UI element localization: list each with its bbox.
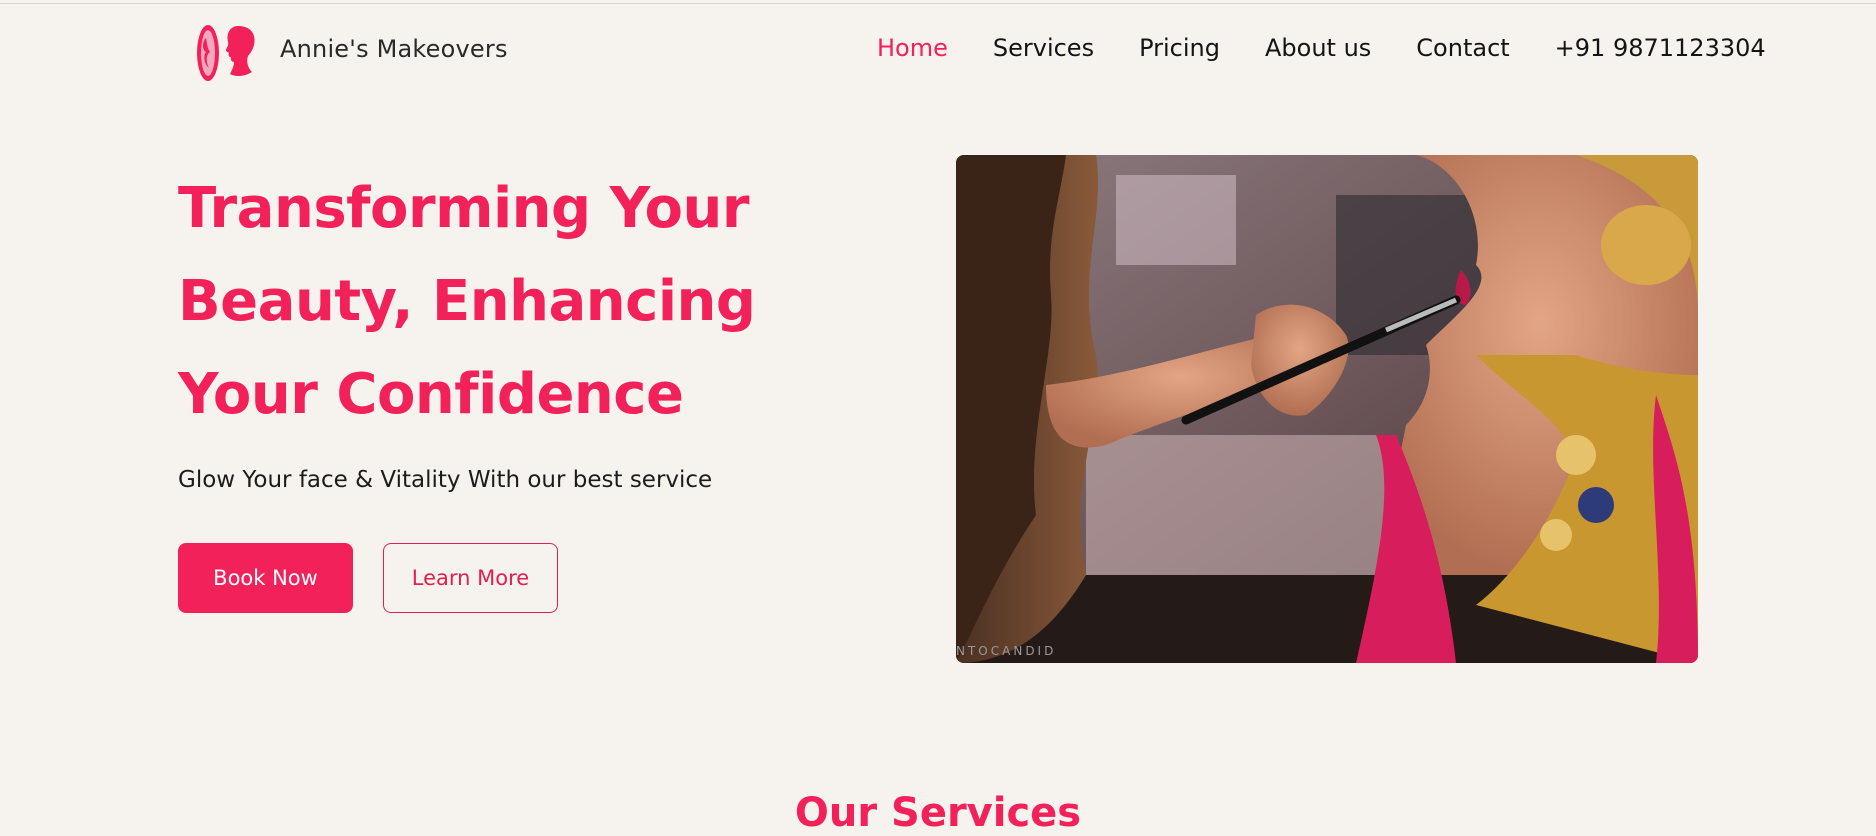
- main-nav: Home Services Pricing About us Contact +…: [877, 34, 1766, 62]
- hero-title-line-2: Beauty, Enhancing: [178, 269, 756, 334]
- services-section-title: Our Services: [794, 790, 1082, 836]
- book-now-button[interactable]: Book Now: [178, 543, 353, 613]
- hero-title-line-3: Your Confidence: [178, 362, 684, 427]
- nav-pricing[interactable]: Pricing: [1139, 34, 1220, 62]
- nav-about-us[interactable]: About us: [1265, 34, 1371, 62]
- hero-title-line-1: Transforming Your: [178, 176, 749, 241]
- nav-contact[interactable]: Contact: [1416, 34, 1509, 62]
- hero-subtitle: Glow Your face & Vitality With our best …: [178, 467, 713, 493]
- nav-home[interactable]: Home: [877, 34, 948, 62]
- hero-image-makeup-artist: NTOCANDID: [956, 155, 1698, 663]
- learn-more-button[interactable]: Learn More: [383, 543, 558, 613]
- brand-logo[interactable]: Annie's Makeovers: [196, 22, 508, 84]
- woman-silhouette-logo-icon: [197, 25, 255, 81]
- brand-name: Annie's Makeovers: [280, 35, 508, 63]
- hero-title: Transforming Your Beauty, Enhancing Your…: [178, 162, 798, 441]
- image-watermark: NTOCANDID: [956, 644, 1056, 658]
- nav-phone[interactable]: +91 9871123304: [1555, 34, 1766, 62]
- nav-services[interactable]: Services: [993, 34, 1094, 62]
- site-header: Annie's Makeovers Home Services Pricing …: [0, 4, 1876, 94]
